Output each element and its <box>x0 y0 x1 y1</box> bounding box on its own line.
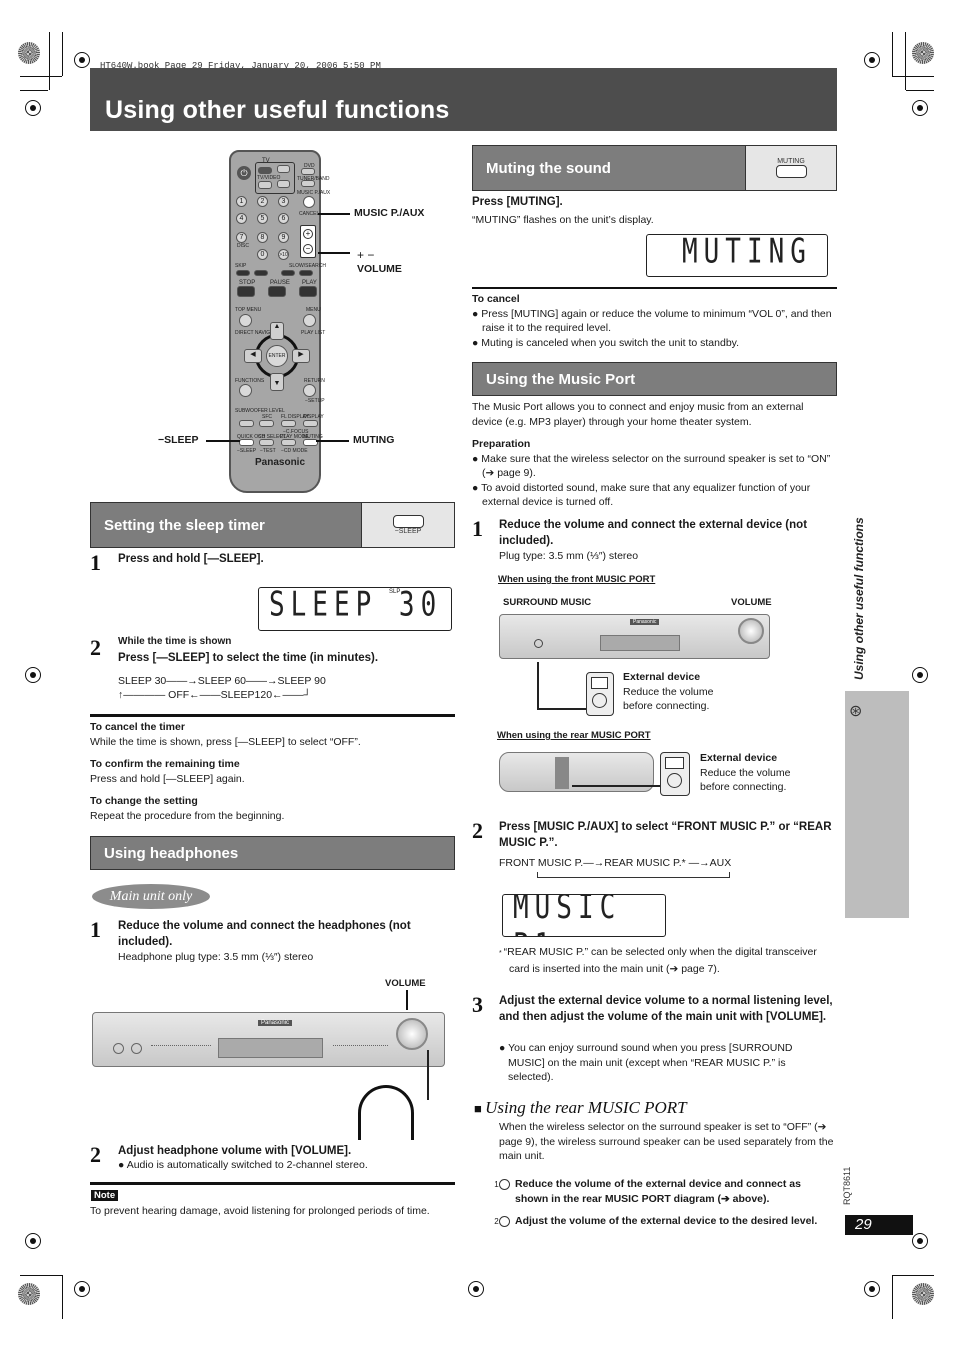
crosshair-icon <box>74 52 90 68</box>
divider <box>472 287 837 289</box>
crosshair-icon <box>912 100 928 116</box>
front-unit-illustration: Panasonic <box>499 614 770 659</box>
headphones-icon <box>358 1085 414 1140</box>
callout-muting: MUTING <box>353 434 395 446</box>
lcd-display-muting: MUTING <box>646 234 828 277</box>
page-number: 29 <box>845 1215 913 1235</box>
section-heading-sleep-timer: Setting the sleep timer <box>90 502 362 548</box>
remote-sleep-button <box>239 439 254 446</box>
volume-knob-icon <box>738 618 764 644</box>
callout-volume-sign: + − <box>357 248 375 262</box>
main-unit-only-badge: Main unit only <box>92 884 210 909</box>
registration-rosette-icon <box>912 1283 934 1305</box>
sleep-notes: To cancel the timer While the time is sh… <box>90 721 361 822</box>
remote-volume-rocker: + − <box>300 225 316 258</box>
document-code: RQT8611 <box>842 1166 852 1205</box>
note-badge: Note <box>91 1190 119 1201</box>
section-heading-headphones: Using headphones <box>90 836 455 870</box>
crosshair-icon <box>864 1281 880 1297</box>
crosshair-icon <box>25 1233 41 1249</box>
callout-volume: VOLUME <box>357 263 402 275</box>
button-shape-icon <box>775 165 807 178</box>
headphone-cable <box>427 1050 429 1100</box>
callout-music-p-aux: MUSIC P./AUX <box>354 207 425 219</box>
crosshair-icon <box>468 1281 484 1297</box>
step-text: Press and hold [—SLEEP]. <box>118 553 264 565</box>
crosshair-icon <box>912 667 928 683</box>
sleep-button-icon: −SLEEP <box>362 502 455 548</box>
volume-knob-icon <box>396 1018 428 1050</box>
music-port-jack-icon <box>534 639 543 648</box>
page-title: Using other useful functions <box>105 96 450 124</box>
title-bar: Using other useful functions <box>90 68 837 131</box>
crosshair-icon <box>864 52 880 68</box>
lcd-display-sleep: SLEEP 30 SLP <box>258 587 452 631</box>
mp3-player-icon <box>660 752 690 796</box>
mp3-player-icon <box>586 672 614 716</box>
cycle-arrow <box>537 872 730 878</box>
button-shape-icon <box>392 515 424 528</box>
remote-control-illustration: ⏻ TV TV/VIDEO DVD TUNER/BAND MUSIC P./AU… <box>229 150 330 493</box>
crosshair-icon <box>912 1233 928 1249</box>
divider <box>90 714 455 717</box>
section-heading-music-port: Using the Music Port <box>472 362 837 396</box>
registration-rosette-icon <box>912 42 934 64</box>
disc-antenna-icon: ⊛ <box>849 703 863 720</box>
callout-sleep: −SLEEP <box>158 434 199 446</box>
registration-rosette-icon <box>18 1283 40 1305</box>
crosshair-icon <box>25 100 41 116</box>
side-tab: ⊛ <box>845 691 909 918</box>
main-unit-illustration: Panasonic <box>92 1012 445 1067</box>
power-icon: ⏻ <box>237 166 251 180</box>
side-tab-label: Using other useful functions <box>852 517 866 680</box>
lcd-display-music-p: MUSIC P1 <box>502 894 666 937</box>
subheading-rear-music-port: ■ Using the rear MUSIC PORT <box>474 1098 687 1117</box>
remote-brand-logo: Panasonic <box>255 457 306 468</box>
crosshair-icon <box>25 667 41 683</box>
crosshair-icon <box>74 1281 90 1297</box>
registration-rosette-icon <box>18 42 40 64</box>
remote-music-p-aux-button <box>303 196 315 208</box>
bullet-icon: ● <box>118 1159 127 1171</box>
divider <box>90 1182 455 1185</box>
muting-button-icon: MUTING <box>746 145 837 191</box>
section-heading-muting: Muting the sound <box>472 145 746 191</box>
